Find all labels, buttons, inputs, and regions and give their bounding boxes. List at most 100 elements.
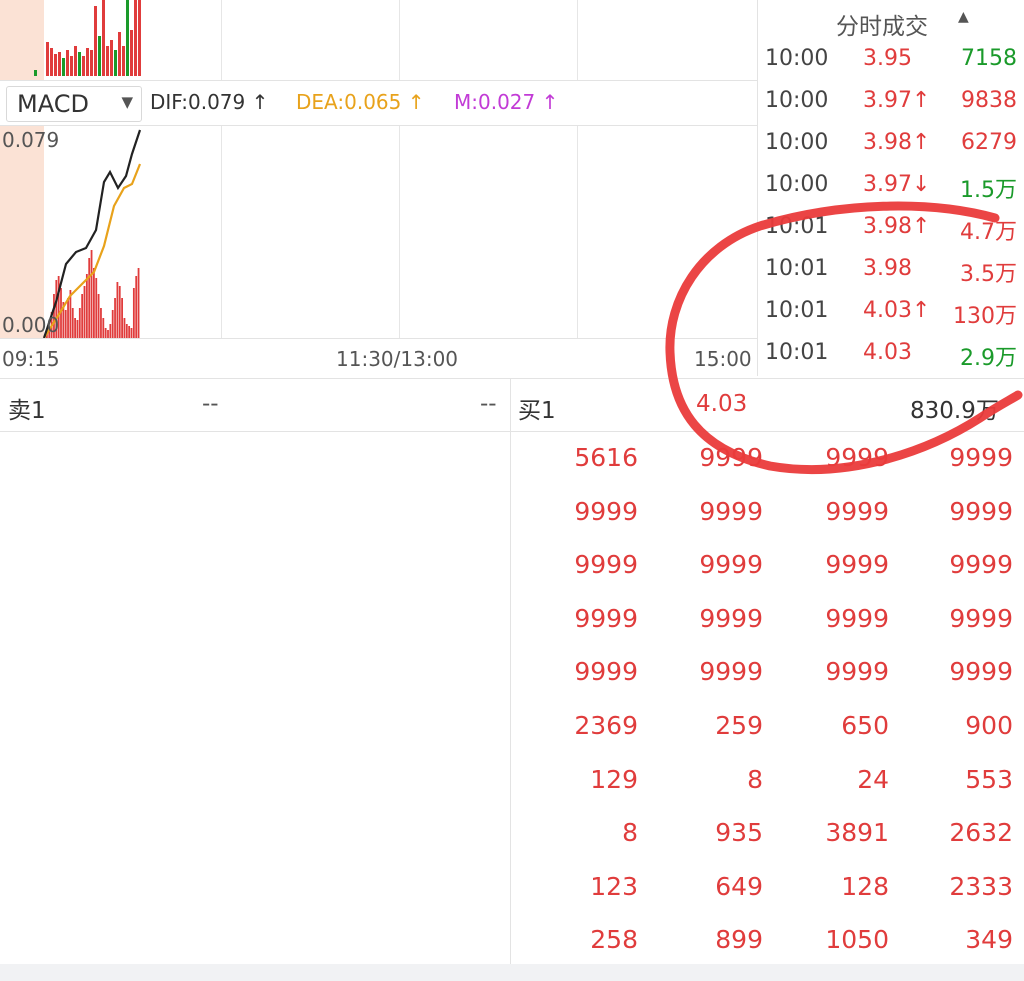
macd-histogram-bar [67, 298, 69, 338]
macd-histogram-bar [125, 324, 128, 338]
volume-bars [34, 0, 141, 76]
queue-cell: 900 [965, 711, 1013, 740]
volume-bar [138, 0, 141, 76]
chevron-down-icon: ▼ [121, 93, 133, 111]
buy1-label: 买1 [518, 398, 556, 424]
macd-histogram-bar [90, 250, 93, 338]
macd-histogram-bar [130, 328, 133, 338]
volume-bar [78, 52, 81, 76]
trade-price: 4.03↑ [863, 298, 931, 323]
queue-cell: 9999 [574, 603, 638, 633]
time-axis-end: 15:00 [694, 347, 752, 371]
trade-row: 10:00 3.97↑ 9838 [758, 84, 1024, 126]
queue-cell: 9999 [949, 603, 1013, 633]
macd-histogram-bar [83, 286, 86, 338]
macd-histogram-bar [111, 310, 114, 338]
volume-bar [58, 52, 61, 76]
trade-volume: 2.9万 [960, 346, 1017, 371]
trade-price: 3.98↑ [863, 130, 931, 155]
trade-time: 10:00 [765, 88, 829, 113]
macd-histogram-bar [85, 274, 88, 338]
buy1-price: 4.03 [696, 391, 748, 417]
volume-bar [126, 0, 129, 76]
macd-histogram-bar [123, 318, 126, 338]
volume-bar [102, 0, 105, 76]
macd-histogram-bar [97, 294, 100, 338]
trade-volume: 130万 [953, 304, 1017, 329]
queue-cell: 349 [965, 925, 1013, 955]
macd-histogram-bar [132, 288, 135, 338]
volume-bar [74, 46, 77, 76]
trade-time: 10:00 [765, 130, 829, 155]
trade-time: 10:01 [765, 256, 829, 281]
axis-line [0, 338, 757, 339]
trade-volume: 4.7万 [960, 220, 1017, 245]
trade-time: 10:00 [765, 46, 829, 71]
volume-chart [34, 0, 141, 76]
volume-bar [50, 48, 53, 76]
macd-histogram-bar [109, 324, 112, 338]
queue-cell: 8 [747, 764, 763, 794]
sell1-price: -- [202, 391, 219, 417]
order-book-header: 卖1 -- -- 买1 4.03 830.9万 [0, 378, 1024, 432]
volume-bar [46, 42, 49, 76]
trade-time: 10:01 [765, 340, 829, 365]
trade-row: 10:00 3.98↑ 6279 [758, 126, 1024, 168]
volume-bar [98, 36, 101, 76]
triangle-up-icon[interactable]: ▲ [958, 9, 969, 25]
trade-time: 10:01 [765, 214, 829, 239]
queue-cell: 9999 [699, 550, 763, 580]
volume-bar [118, 32, 121, 76]
macd-histogram-bar [100, 308, 102, 338]
sell1-label: 卖1 [8, 398, 46, 424]
trade-time: 10:00 [765, 172, 829, 197]
trade-volume: 6279 [961, 130, 1017, 155]
queue-cell: 9999 [825, 657, 889, 687]
trades-title[interactable]: 分时成交 [836, 7, 928, 41]
volume-bar [54, 54, 57, 76]
volume-bar [122, 46, 125, 76]
macd-histogram-bar [104, 328, 107, 338]
queue-cell: 9999 [949, 550, 1013, 580]
queue-cell: 128 [841, 871, 889, 901]
trade-row: 10:01 4.03 2.9万 [758, 336, 1024, 378]
macd-histogram-bar [102, 318, 105, 338]
buy-queue: 5616 9999 9999 9999 9999 9999 9999 9999 9999 9999… [511, 431, 1024, 964]
dif-value: DIF:0.079 ↑ [150, 90, 269, 114]
macd-y-top-label: 0.079 [2, 128, 60, 152]
macd-histogram-bar [107, 330, 109, 338]
indicator-selector[interactable]: MACD ▼ [6, 86, 142, 122]
trade-volume: 1.5万 [960, 178, 1017, 203]
trade-price: 3.97↑ [863, 88, 931, 113]
volume-bar [114, 50, 117, 76]
queue-cell: 935 [715, 818, 763, 848]
queue-cell: 9999 [825, 550, 889, 580]
macd-histogram-bar [76, 320, 79, 338]
macd-y-bottom-label: 0.000 [2, 313, 60, 337]
queue-cell: 9999 [574, 550, 638, 580]
macd-histogram-bar [116, 282, 119, 338]
dea-value: DEA:0.065 ↑ [296, 90, 425, 114]
trade-row: 10:01 4.03↑ 130万 [758, 294, 1024, 336]
queue-cell: 24 [857, 764, 889, 794]
trade-price: 3.98↑ [863, 214, 931, 239]
trade-time: 10:01 [765, 298, 829, 323]
queue-cell: 3891 [825, 818, 889, 848]
trade-price: 4.03 [863, 340, 912, 365]
queue-cell: 649 [715, 871, 763, 901]
trade-row: 10:00 3.97↓ 1.5万 [758, 168, 1024, 210]
queue-cell: 9999 [825, 443, 889, 472]
chart-area: 0.079 0.000 09:15 11:30/13:00 15:00 [0, 0, 757, 376]
queue-cell: 9999 [574, 657, 638, 687]
macd-histogram-bar [88, 258, 91, 338]
trade-price: 3.98 [863, 256, 912, 281]
macd-histogram-bar [128, 326, 131, 338]
queue-cell: 258 [590, 925, 638, 955]
indicator-selector-label: MACD [17, 90, 89, 118]
queue-cell: 899 [715, 925, 763, 955]
macd-histogram [46, 250, 140, 338]
macd-histogram-bar [93, 268, 95, 338]
m-value: M:0.027 ↑ [454, 90, 559, 114]
queue-cell: 9999 [949, 657, 1013, 687]
queue-cell: 9999 [825, 603, 889, 633]
